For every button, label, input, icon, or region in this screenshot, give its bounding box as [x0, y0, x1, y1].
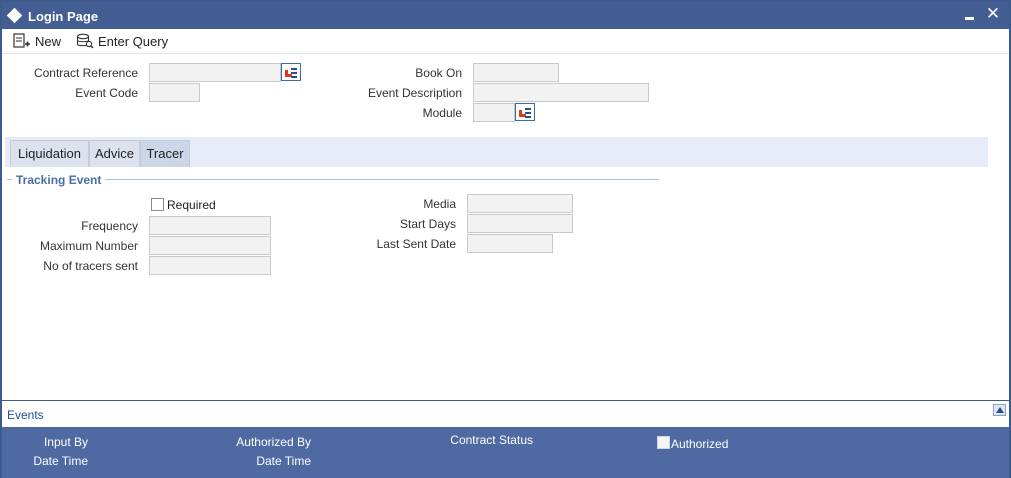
query-database-icon: [76, 33, 94, 49]
module-label: Module: [422, 106, 462, 120]
minimize-icon[interactable]: [963, 7, 977, 23]
contract-status-label: Contract Status: [450, 433, 533, 447]
events-bar: Events: [2, 400, 1009, 427]
tab-advice[interactable]: Advice: [89, 140, 140, 167]
contract-reference-label: Contract Reference: [33, 66, 138, 80]
authorized-by-label: Authorized By: [236, 435, 311, 449]
book-on-label: Book On: [415, 66, 462, 80]
tab-liquidation[interactable]: Liquidation: [10, 140, 89, 167]
section-divider-right: [105, 179, 659, 180]
new-button[interactable]: New: [13, 31, 61, 51]
tracers-sent-field[interactable]: [149, 256, 271, 275]
tab-bar: Liquidation Advice Tracer: [5, 137, 988, 167]
audit-footer: Input By Date Time Authorized By Date Ti…: [2, 427, 1009, 478]
authorized-label: Authorized: [671, 437, 729, 451]
frequency-field[interactable]: [149, 216, 271, 235]
tab-tracer[interactable]: Tracer: [140, 140, 190, 167]
window-title: Login Page: [28, 9, 99, 24]
input-by-label: Input By: [43, 435, 88, 449]
event-description-field[interactable]: [473, 83, 649, 102]
authorized-checkbox[interactable]: [657, 436, 670, 449]
required-label: Required: [167, 198, 216, 212]
module-lov-icon[interactable]: [515, 103, 535, 121]
book-on-field[interactable]: [473, 63, 559, 82]
tracking-event-title: Tracking Event: [16, 173, 102, 187]
contract-reference-field[interactable]: [149, 63, 281, 82]
login-page-window: Login Page ✕ New Enter Query Contract Re…: [0, 0, 1011, 478]
media-label: Media: [423, 197, 456, 211]
new-label: New: [35, 33, 62, 49]
start-days-label: Start Days: [399, 217, 456, 231]
toolbar: New Enter Query: [2, 29, 1009, 54]
section-divider-left: [7, 179, 12, 180]
date-time-label-2: Date Time: [256, 454, 311, 468]
start-days-field[interactable]: [467, 214, 573, 233]
frequency-label: Frequency: [81, 219, 138, 233]
enter-query-button[interactable]: Enter Query: [76, 31, 168, 51]
event-code-field[interactable]: [149, 83, 200, 102]
last-sent-date-field[interactable]: [467, 234, 553, 253]
last-sent-date-label: Last Sent Date: [376, 237, 456, 251]
date-time-label-1: Date Time: [33, 454, 88, 468]
media-field[interactable]: [467, 194, 573, 213]
maximum-number-label: Maximum Number: [39, 239, 138, 253]
expand-up-icon[interactable]: [993, 404, 1006, 416]
title-bar: Login Page ✕: [2, 2, 1009, 29]
maximum-number-field[interactable]: [149, 236, 271, 255]
event-code-label: Event Code: [75, 86, 138, 100]
required-checkbox[interactable]: [151, 198, 164, 211]
new-document-icon: [13, 33, 30, 48]
module-field[interactable]: [473, 103, 515, 122]
close-icon[interactable]: ✕: [985, 3, 1001, 25]
tracers-sent-label: No of tracers sent: [43, 259, 138, 273]
contract-reference-lov-icon[interactable]: [281, 63, 301, 81]
enter-query-label: Enter Query: [98, 33, 169, 49]
diamond-icon: [6, 7, 23, 24]
event-description-label: Event Description: [367, 86, 462, 100]
events-link[interactable]: Events: [7, 408, 44, 422]
